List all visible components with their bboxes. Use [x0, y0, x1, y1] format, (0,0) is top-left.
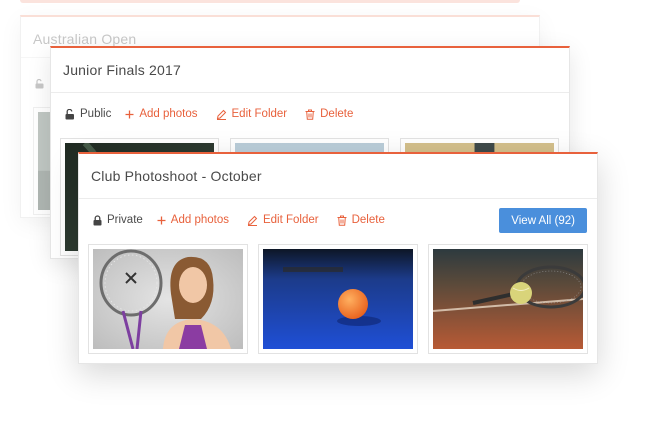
- folder-title: Club Photoshoot - October: [79, 154, 597, 199]
- card-stack-edge: [20, 0, 520, 3]
- edit-folder-label: Edit Folder: [262, 214, 319, 226]
- pencil-icon: [216, 109, 227, 120]
- photo-thumbnail[interactable]: [88, 244, 248, 354]
- unlock-icon: [65, 108, 75, 120]
- add-photos-label: Add photos: [170, 214, 229, 226]
- lock-icon: [93, 214, 102, 226]
- delete-link[interactable]: Delete: [337, 214, 385, 226]
- delete-label: Delete: [320, 108, 354, 120]
- folder-title: Junior Finals 2017: [51, 48, 569, 93]
- unlock-icon: [35, 78, 44, 89]
- visibility-label: Private: [107, 214, 143, 226]
- plus-icon: [157, 216, 166, 225]
- plus-icon: [125, 110, 134, 119]
- photo-thumbnail[interactable]: [428, 244, 588, 354]
- folder-card-club-photoshoot[interactable]: Club Photoshoot - October Private Add ph…: [78, 152, 598, 364]
- view-all-button[interactable]: View All (92): [499, 208, 587, 233]
- add-photos-link[interactable]: Add photos: [125, 108, 198, 120]
- add-photos-label: Add photos: [139, 108, 198, 120]
- trash-icon: [305, 109, 315, 120]
- delete-link[interactable]: Delete: [305, 108, 353, 120]
- edit-folder-label: Edit Folder: [231, 108, 288, 120]
- trash-icon: [337, 215, 347, 226]
- photo-thumbnail[interactable]: [258, 244, 418, 354]
- visibility-status: Public: [65, 108, 111, 120]
- edit-folder-link[interactable]: Edit Folder: [247, 214, 319, 226]
- add-photos-link[interactable]: Add photos: [157, 214, 229, 226]
- edit-folder-link[interactable]: Edit Folder: [216, 108, 288, 120]
- delete-label: Delete: [351, 214, 385, 226]
- visibility-label: Public: [80, 108, 112, 120]
- pencil-icon: [247, 215, 258, 226]
- visibility-status: Private: [93, 214, 143, 226]
